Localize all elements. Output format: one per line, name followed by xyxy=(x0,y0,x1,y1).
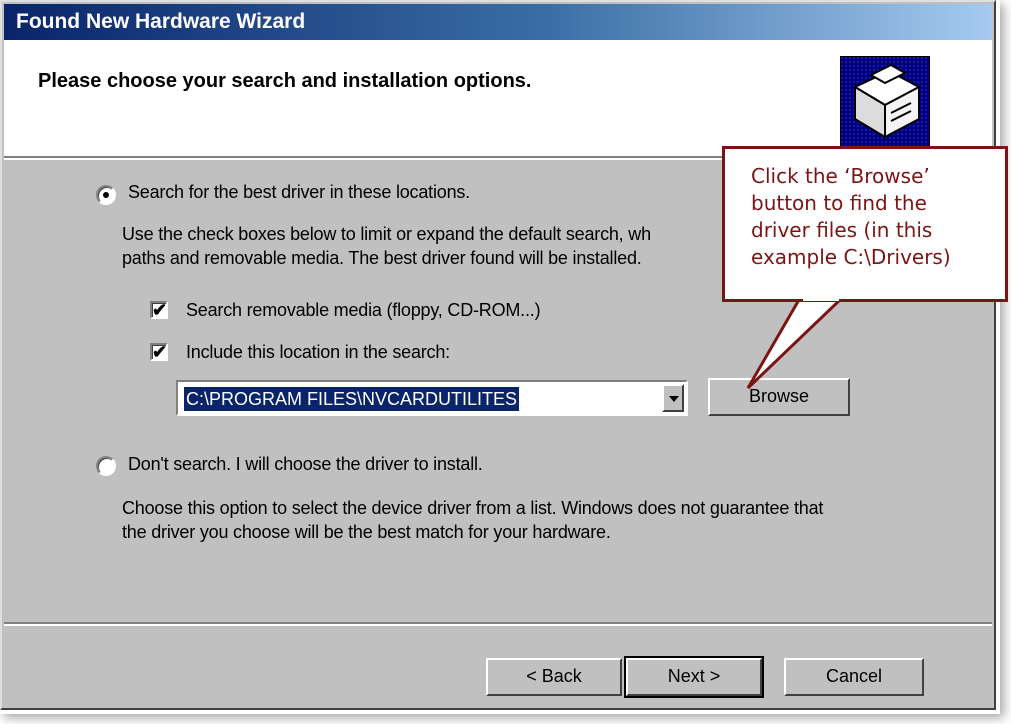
callout-line: driver files (in this xyxy=(751,218,933,242)
callout-text: Click the ‘Browse’ button to find the dr… xyxy=(751,163,1001,271)
hardware-install-icon xyxy=(840,56,930,150)
dont-search-label: Don't search. I will choose the driver t… xyxy=(128,454,483,474)
next-button[interactable]: Next > xyxy=(624,656,764,698)
wizard-dialog: Found New Hardware Wizard Please choose … xyxy=(0,0,996,710)
footer-divider xyxy=(4,622,992,626)
callout-box: Click the ‘Browse’ button to find the dr… xyxy=(722,146,1008,302)
dont-search-description: Choose this option to select the device … xyxy=(122,498,824,518)
wizard-header: Please choose your search and installati… xyxy=(4,40,992,158)
location-value[interactable]: C:\PROGRAM FILES\NVCARDUTILITES xyxy=(184,387,520,411)
search-best-description: Use the check boxes below to limit or ex… xyxy=(122,224,651,244)
page-title: Please choose your search and installati… xyxy=(38,70,532,92)
radio-selected-dot xyxy=(103,192,109,198)
search-best-description-line2: paths and removable media. The best driv… xyxy=(122,248,642,268)
callout-line: button to find the xyxy=(751,191,927,215)
back-button[interactable]: < Back xyxy=(486,658,622,696)
title-bar[interactable]: Found New Hardware Wizard xyxy=(4,4,992,40)
combobox-dropdown-button[interactable] xyxy=(662,384,684,412)
dont-search-description-line2: the driver you choose will be the best m… xyxy=(122,522,611,542)
location-combobox[interactable]: C:\PROGRAM FILES\NVCARDUTILITES xyxy=(176,380,688,416)
callout-line: Click the ‘Browse’ xyxy=(751,164,930,188)
browse-button[interactable]: Browse xyxy=(708,378,850,416)
radio-dont-search[interactable] xyxy=(96,456,116,476)
checkbox-removable-media[interactable]: ✔ xyxy=(150,300,168,320)
removable-media-label: Search removable media (floppy, CD-ROM..… xyxy=(186,300,541,320)
checkmark-icon: ✔ xyxy=(152,342,168,362)
chevron-down-icon xyxy=(669,396,679,402)
search-best-label: Search for the best driver in these loca… xyxy=(128,182,470,202)
include-location-label: Include this location in the search: xyxy=(186,342,450,362)
cancel-button[interactable]: Cancel xyxy=(784,658,924,696)
checkbox-include-location[interactable]: ✔ xyxy=(150,342,168,362)
window-title: Found New Hardware Wizard xyxy=(16,10,306,33)
radio-search-best[interactable] xyxy=(96,185,116,205)
callout-line: example C:\Drivers) xyxy=(751,245,951,269)
checkmark-icon: ✔ xyxy=(152,300,168,320)
